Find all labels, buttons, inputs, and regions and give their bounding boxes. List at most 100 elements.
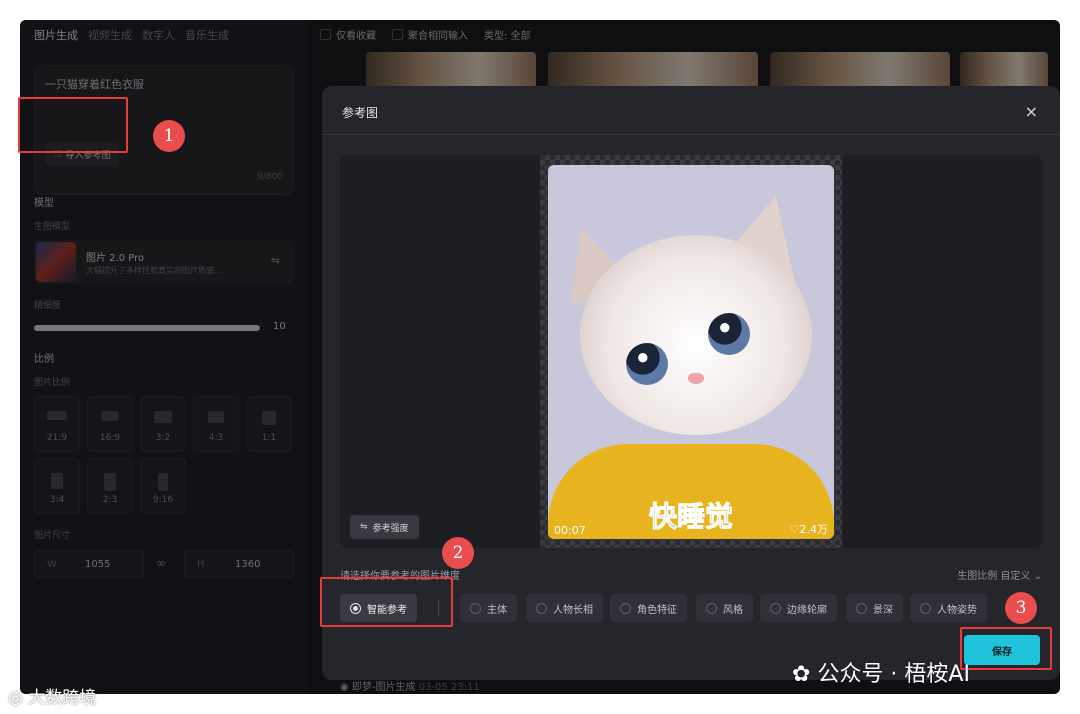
tab-music-gen[interactable]: 音乐生成: [185, 27, 229, 43]
ratio-label: 2:3: [102, 495, 118, 505]
close-icon[interactable]: ×: [1025, 102, 1038, 121]
precision-value: 10: [273, 321, 286, 332]
prompt-text: 一只猫穿着红色衣服: [45, 78, 144, 91]
ratio-9-16[interactable]: 9:16: [140, 458, 186, 514]
width-key: W: [47, 559, 57, 570]
aggregate-option[interactable]: 聚合相同输入: [392, 27, 468, 42]
annotation-number-2: 2: [442, 537, 474, 569]
model-selector[interactable]: 图片 2.0 Pro 大幅提升了多样性和真实的图片质感... ⇋: [34, 240, 294, 284]
radio-icon: [620, 602, 631, 614]
video-time: 00:07: [554, 524, 586, 537]
chevron-down-icon: ⌄: [1033, 571, 1042, 582]
width-value: 1055: [85, 559, 111, 570]
option-character[interactable]: 角色特征: [610, 594, 687, 622]
sliders-icon: ⇋: [360, 522, 368, 532]
watermark-left: ◎ 大数跨境: [8, 683, 96, 708]
model-desc: 大幅提升了多样性和真实的图片质感...: [86, 266, 222, 275]
link-icon[interactable]: ∞: [156, 556, 166, 570]
wechat-icon: ✿: [792, 662, 818, 687]
option-label: 景深: [873, 604, 893, 616]
annotation-box-1: [18, 97, 128, 153]
ratio-label: 1:1: [261, 433, 277, 443]
option-edge[interactable]: 边缘轮廓: [760, 594, 837, 622]
ratio-16-9[interactable]: 16:9: [87, 396, 133, 452]
reference-strength-label: 参考强度: [372, 523, 409, 534]
app-logo-icon: ◉: [340, 682, 349, 693]
ratio-shape: [158, 473, 168, 491]
height-value: 1360: [235, 559, 261, 570]
option-label: 人物姿势: [937, 604, 977, 616]
radio-icon: [470, 602, 481, 614]
favorites-only-option[interactable]: 仅看收藏: [320, 27, 376, 42]
option-label: 主体: [487, 604, 507, 616]
aggregate-label: 聚合相同输入: [408, 31, 468, 42]
tab-video-gen[interactable]: 视频生成: [88, 27, 132, 43]
ratio-shape: [101, 411, 119, 421]
divider: [322, 134, 1060, 135]
ratio-1-1[interactable]: 1:1: [246, 396, 292, 452]
size-label: 图片尺寸: [34, 531, 71, 541]
model-name: 图片 2.0 Pro: [86, 253, 145, 264]
cat-nose: [688, 373, 704, 384]
option-pose[interactable]: 人物姿势: [910, 594, 987, 622]
ratio-label: 16:9: [99, 433, 121, 443]
ratio-21-9[interactable]: 21:9: [34, 396, 80, 452]
radio-icon: [706, 602, 717, 614]
watermark-right-text: 公众号 · 梧桉AI: [817, 662, 970, 687]
cat-face: [580, 235, 812, 435]
history-item-time: 03-05 23:11: [418, 682, 480, 693]
width-field[interactable]: W 1055: [34, 550, 144, 578]
tab-image-gen[interactable]: 图片生成: [34, 27, 78, 43]
option-face[interactable]: 人物长相: [526, 594, 603, 622]
option-label: 风格: [723, 604, 743, 616]
ratio-shape: [47, 411, 67, 420]
ratio-label: 9:16: [152, 495, 174, 505]
type-filter[interactable]: 类型: 全部: [484, 27, 531, 42]
checkbox[interactable]: [392, 29, 403, 40]
history-item-title: 即梦-图片生成: [351, 682, 416, 693]
annotation-number-1: 1: [153, 120, 185, 152]
ratio-shape: [262, 411, 276, 425]
ratio-3-2[interactable]: 3:2: [140, 396, 186, 452]
favorites-only-label: 仅看收藏: [336, 31, 376, 42]
gallery-options: 仅看收藏 聚合相同输入 类型: 全部: [320, 27, 531, 42]
image-preview: 快睡觉 00:07 ♡2.4万 ⇋ 参考强度: [340, 155, 1042, 548]
ratio-label: 21:9: [46, 433, 68, 443]
height-key: H: [197, 559, 205, 570]
reference-strength-button[interactable]: ⇋ 参考强度: [350, 515, 419, 539]
sidebar-tabs: 图片生成 视频生成 数字人 音乐生成: [34, 27, 229, 43]
precision-slider[interactable]: [34, 325, 260, 331]
ratio-label: 图片比例: [34, 378, 71, 388]
option-subject[interactable]: 主体: [460, 594, 517, 622]
precision-label: 精细度: [34, 301, 62, 311]
reference-photo: 快睡觉 00:07 ♡2.4万: [548, 165, 834, 539]
option-label: 角色特征: [637, 604, 677, 616]
watermark-left-text: 大数跨境: [28, 688, 97, 708]
history-item[interactable]: ◉ 即梦-图片生成 03-05 23:11: [340, 678, 480, 693]
radio-icon: [856, 602, 867, 614]
ratio-3-4[interactable]: 3:4: [34, 458, 80, 514]
radio-icon: [536, 602, 547, 614]
height-field[interactable]: H 1360: [184, 550, 294, 578]
annotation-box-3: [960, 627, 1052, 670]
ratio-2-3[interactable]: 2:3: [87, 458, 133, 514]
ratio-shape: [104, 473, 116, 491]
settings-icon[interactable]: ⇋: [271, 254, 280, 267]
option-style[interactable]: 风格: [696, 594, 753, 622]
char-count: 9/800: [257, 172, 283, 182]
ratio-section-title: 比例: [34, 354, 54, 365]
option-label: 边缘轮廓: [787, 604, 827, 616]
model-thumbnail: [36, 242, 76, 282]
option-depth[interactable]: 景深: [846, 594, 903, 622]
ratio-label: 4:3: [208, 433, 224, 443]
ratio-4-3[interactable]: 4:3: [193, 396, 239, 452]
checkbox[interactable]: [320, 29, 331, 40]
model-section-title: 模型: [34, 198, 54, 209]
ratio-label: 3:4: [49, 495, 65, 505]
ratio-hint[interactable]: 生图比例 自定义 ⌄: [957, 567, 1042, 582]
cat-eye-left: [626, 343, 668, 385]
transparency-grid: 快睡觉 00:07 ♡2.4万: [540, 155, 842, 548]
option-label: 人物长相: [553, 604, 593, 616]
ratio-label: 3:2: [155, 433, 171, 443]
tab-digital-human[interactable]: 数字人: [142, 27, 175, 43]
